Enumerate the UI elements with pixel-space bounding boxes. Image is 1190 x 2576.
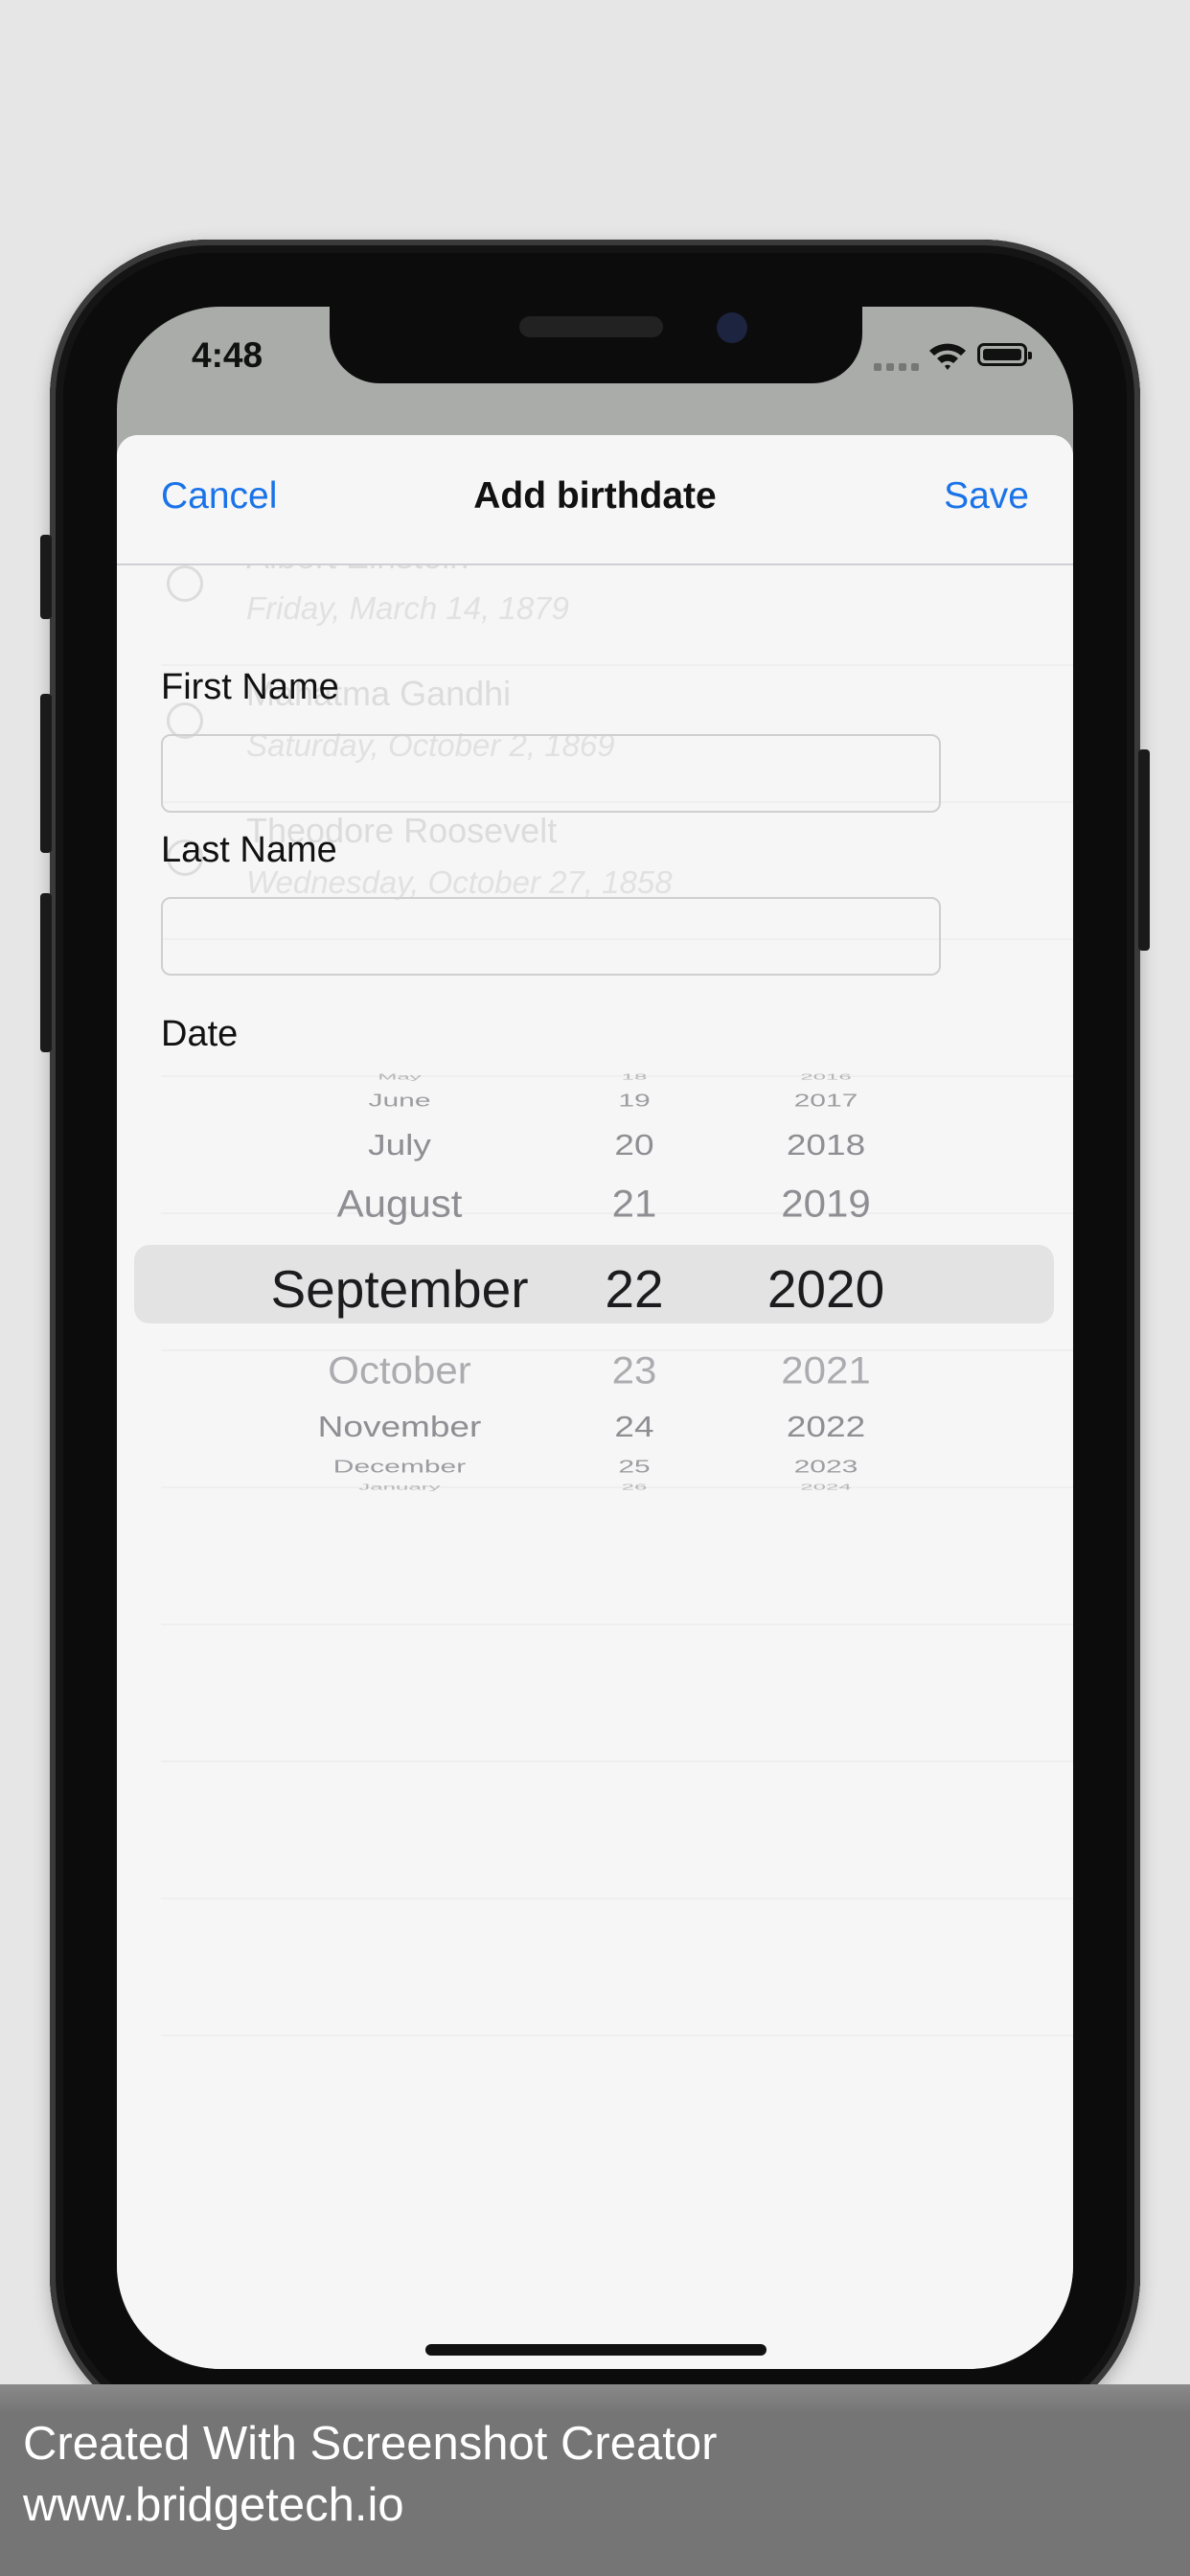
- wifi-icon: [929, 343, 966, 370]
- month-wheel[interactable]: May June July August September October N…: [261, 1072, 538, 1497]
- battery-icon: [977, 343, 1032, 366]
- picker-year[interactable]: 2024: [749, 1483, 903, 1492]
- status-bar: 4:48: [117, 307, 1073, 435]
- picker-month[interactable]: October: [261, 1348, 538, 1392]
- picker-year[interactable]: 2018: [749, 1129, 903, 1162]
- date-picker[interactable]: May June July August September October N…: [117, 1072, 1073, 1497]
- picker-day[interactable]: 25: [586, 1458, 682, 1477]
- navigation-bar: Cancel Add birthdate Save: [117, 435, 1073, 565]
- first-name-field[interactable]: [161, 734, 941, 813]
- front-camera: [717, 312, 747, 343]
- power-button: [1138, 749, 1150, 951]
- last-name-field[interactable]: [161, 897, 941, 976]
- picker-month[interactable]: August: [261, 1182, 538, 1226]
- picker-month[interactable]: January: [261, 1483, 538, 1492]
- picker-year-selected[interactable]: 2020: [749, 1258, 903, 1320]
- picker-day[interactable]: 20: [586, 1129, 682, 1162]
- divider: [161, 2035, 1073, 2036]
- phone-screen: 4:48 Cancel Add birthdate Save Albert Ei…: [117, 307, 1073, 2369]
- notch: [330, 307, 862, 383]
- page-title: Add birthdate: [473, 475, 717, 517]
- picker-year[interactable]: 2023: [749, 1458, 903, 1477]
- volume-up-button: [40, 694, 52, 853]
- picker-month[interactable]: December: [261, 1458, 538, 1477]
- save-button[interactable]: Save: [944, 475, 1029, 518]
- last-name-label: Last Name: [161, 830, 337, 870]
- watermark-line-2: www.bridgetech.io: [23, 2479, 404, 2531]
- picker-year[interactable]: 2022: [749, 1411, 903, 1443]
- picker-month[interactable]: November: [261, 1411, 538, 1443]
- earpiece-speaker: [519, 316, 663, 337]
- picker-day[interactable]: 18: [586, 1072, 682, 1082]
- divider: [161, 1623, 1073, 1625]
- day-wheel[interactable]: 18 19 20 21 22 23 24 25 26: [586, 1072, 682, 1497]
- picker-day[interactable]: 21: [586, 1182, 682, 1226]
- divider: [161, 1898, 1073, 1899]
- first-name-label: First Name: [161, 667, 339, 707]
- picker-month[interactable]: June: [261, 1092, 538, 1111]
- watermark-line-1: Created With Screenshot Creator: [23, 2418, 718, 2470]
- picker-year[interactable]: 2021: [749, 1348, 903, 1392]
- picker-day[interactable]: 23: [586, 1348, 682, 1392]
- divider: [161, 1760, 1073, 1762]
- list-item-date: Friday, March 14, 1879: [246, 590, 569, 626]
- status-time: 4:48: [192, 335, 263, 375]
- picker-month[interactable]: July: [261, 1129, 538, 1162]
- watermark-banner: Created With Screenshot Creator www.brid…: [0, 2384, 1190, 2576]
- picker-day[interactable]: 19: [586, 1092, 682, 1111]
- person-icon: [167, 565, 203, 602]
- picker-year[interactable]: 2016: [749, 1072, 903, 1082]
- year-wheel[interactable]: 2016 2017 2018 2019 2020 2021 2022 2023 …: [749, 1072, 903, 1497]
- picker-day[interactable]: 26: [586, 1483, 682, 1492]
- picker-day-selected[interactable]: 22: [586, 1258, 682, 1320]
- date-label: Date: [161, 1014, 239, 1054]
- picker-year[interactable]: 2017: [749, 1092, 903, 1111]
- picker-day[interactable]: 24: [586, 1411, 682, 1443]
- picker-month[interactable]: May: [261, 1072, 538, 1082]
- picker-month-selected[interactable]: September: [261, 1258, 538, 1320]
- mute-switch: [40, 535, 52, 619]
- home-indicator[interactable]: [425, 2344, 767, 2356]
- add-birthdate-sheet: Cancel Add birthdate Save Albert Einstei…: [117, 435, 1073, 2369]
- picker-year[interactable]: 2019: [749, 1182, 903, 1226]
- cellular-signal-icon: [874, 358, 927, 372]
- volume-down-button: [40, 893, 52, 1052]
